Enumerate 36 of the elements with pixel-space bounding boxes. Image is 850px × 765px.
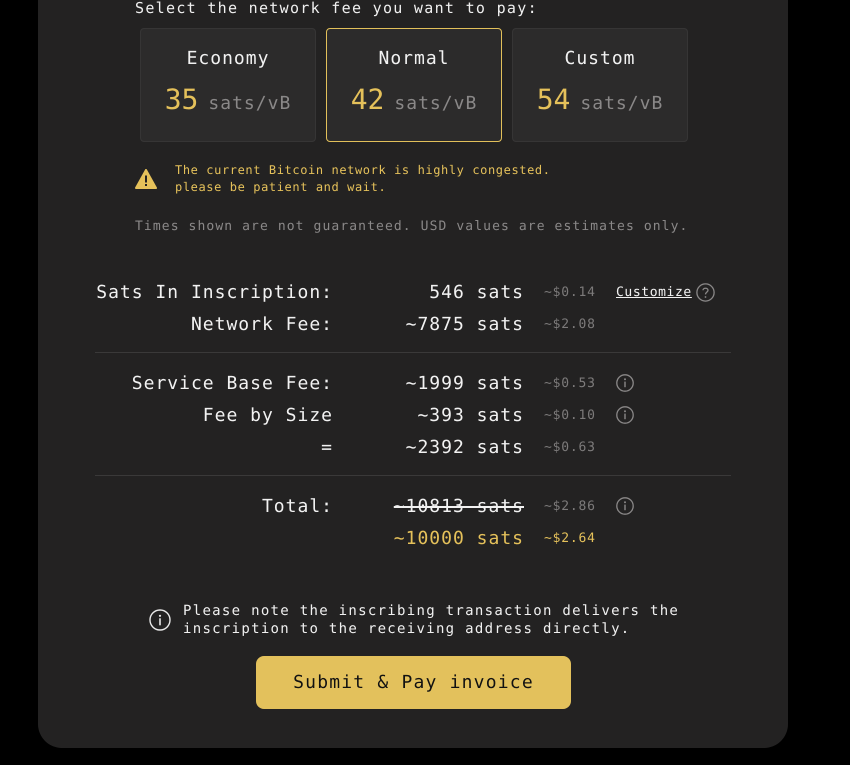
sats-amount: 546 sats (429, 282, 524, 302)
sats-amount: ~2392 sats (406, 436, 524, 458)
info-icon (149, 609, 171, 631)
fee-label: Fee by Size (202, 404, 333, 426)
usd-amount: ~$0.63 (544, 440, 596, 454)
warning-text: please be patient and wait. (175, 179, 388, 196)
warning-text: The current Bitcoin network is highly congested. (175, 162, 551, 179)
sats-amount: ~10813 sats (394, 496, 524, 516)
sats-amount: ~7875 sats (406, 314, 524, 334)
usd-amount: ~$2.08 (544, 316, 596, 332)
usd-amount: ~$0.10 (544, 408, 596, 422)
fee-option[interactable]: Custom 54 sats/vB (512, 28, 688, 142)
fee-label: Network Fee: (190, 314, 333, 334)
disclaimer-text: Times shown are not guaranteed. USD values are estimates only. (135, 219, 690, 234)
help-icon[interactable] (696, 282, 715, 302)
sats-amount: ~1999 sats (406, 372, 524, 394)
warning-icon (135, 169, 157, 189)
fee-label: = (321, 436, 333, 458)
usd-amount: ~$2.86 (544, 498, 596, 514)
sats-amount: ~10000 sats (394, 528, 524, 548)
usd-amount: ~$0.53 (544, 376, 596, 390)
note-text: Please note the inscribing transaction delivers the inscription to the receiving address directly. (183, 602, 680, 638)
fee-option[interactable]: Normal 42 sats/vB (326, 28, 502, 142)
submit-button[interactable]: Submit & Pay invoice (256, 656, 571, 709)
info-icon[interactable] (616, 406, 634, 424)
fee-label: Sats In Inscription: (96, 282, 333, 302)
fee-prompt: Select the network fee you want to pay: (135, 0, 539, 17)
fee-label: Total: (262, 496, 333, 516)
usd-amount: ~$0.14 (544, 284, 596, 300)
info-icon[interactable] (616, 374, 634, 392)
info-icon[interactable] (616, 497, 634, 515)
usd-amount: ~$2.64 (544, 530, 596, 546)
customize-link[interactable]: Customize (616, 284, 692, 300)
fee-label: Service Base Fee: (132, 372, 333, 394)
fee-option[interactable]: Economy 35 sats/vB (140, 28, 316, 142)
sats-amount: ~393 sats (417, 404, 524, 426)
